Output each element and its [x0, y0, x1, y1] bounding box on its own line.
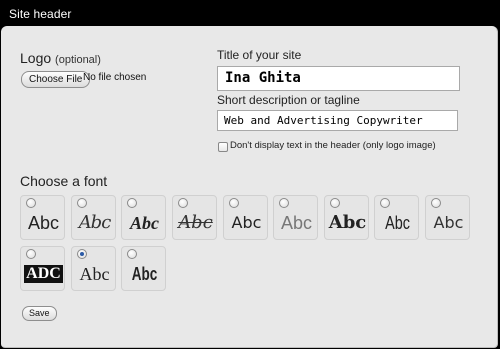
- font-option[interactable]: Abc: [20, 195, 65, 240]
- font-sample: Abc: [130, 213, 159, 233]
- site-title-label: Title of your site: [217, 48, 302, 62]
- font-sample: Abc: [79, 264, 110, 284]
- font-sample: Abc: [27, 213, 60, 233]
- font-option[interactable]: Abc: [71, 195, 116, 240]
- font-option[interactable]: Abc: [121, 246, 166, 291]
- logo-optional-label: (optional): [55, 54, 101, 66]
- font-option[interactable]: Abc: [324, 195, 369, 240]
- font-radio[interactable]: [380, 198, 390, 208]
- font-option[interactable]: Abc: [273, 195, 318, 240]
- font-option[interactable]: ADC: [20, 246, 65, 291]
- dialog-titlebar: Site header: [0, 0, 500, 28]
- font-sample: Abc: [433, 213, 464, 232]
- font-option[interactable]: Abc: [374, 195, 419, 240]
- font-option[interactable]: Abc: [172, 195, 217, 240]
- save-button[interactable]: Save: [22, 306, 57, 321]
- font-radio-selected[interactable]: [77, 249, 87, 259]
- font-option-selected[interactable]: Abc: [71, 246, 116, 291]
- logo-only-checkbox[interactable]: [218, 142, 228, 152]
- font-radio[interactable]: [178, 198, 188, 208]
- font-sample: Abc: [231, 213, 262, 232]
- logo-heading: Logo (optional): [20, 50, 101, 66]
- tagline-label: Short description or tagline: [217, 93, 360, 107]
- font-sample: Abc: [328, 212, 367, 233]
- font-sample: ADC: [21, 261, 66, 287]
- site-header-panel: Logo (optional) Choose File No file chos…: [1, 26, 498, 348]
- font-sample-text: ADC: [24, 265, 63, 283]
- font-sample: Abc: [78, 212, 112, 233]
- font-sample: Abc: [178, 212, 213, 233]
- font-radio[interactable]: [77, 198, 87, 208]
- logo-heading-label: Logo: [20, 50, 52, 66]
- font-option[interactable]: Abc: [425, 195, 470, 240]
- dialog-title: Site header: [9, 7, 72, 21]
- font-radio[interactable]: [127, 198, 137, 208]
- site-title-input[interactable]: Ina Ghita: [217, 66, 460, 91]
- font-radio[interactable]: [26, 198, 36, 208]
- font-sample: Abc: [385, 213, 410, 233]
- font-radio[interactable]: [127, 249, 137, 259]
- font-sample: Abc: [131, 264, 158, 284]
- font-radio[interactable]: [330, 198, 340, 208]
- font-option[interactable]: Abc: [121, 195, 166, 240]
- font-radio[interactable]: [279, 198, 289, 208]
- font-radio[interactable]: [431, 198, 441, 208]
- logo-only-checkbox-label: Don't display text in the header (only l…: [230, 140, 436, 151]
- tagline-input[interactable]: Web and Advertising Copywriter: [217, 110, 458, 131]
- font-radio[interactable]: [26, 249, 36, 259]
- font-heading: Choose a font: [20, 173, 108, 189]
- font-sample: Abc: [280, 213, 313, 233]
- choose-file-button[interactable]: Choose File: [21, 71, 91, 88]
- font-option[interactable]: Abc: [223, 195, 268, 240]
- font-radio[interactable]: [229, 198, 239, 208]
- file-status: No file chosen: [83, 72, 147, 83]
